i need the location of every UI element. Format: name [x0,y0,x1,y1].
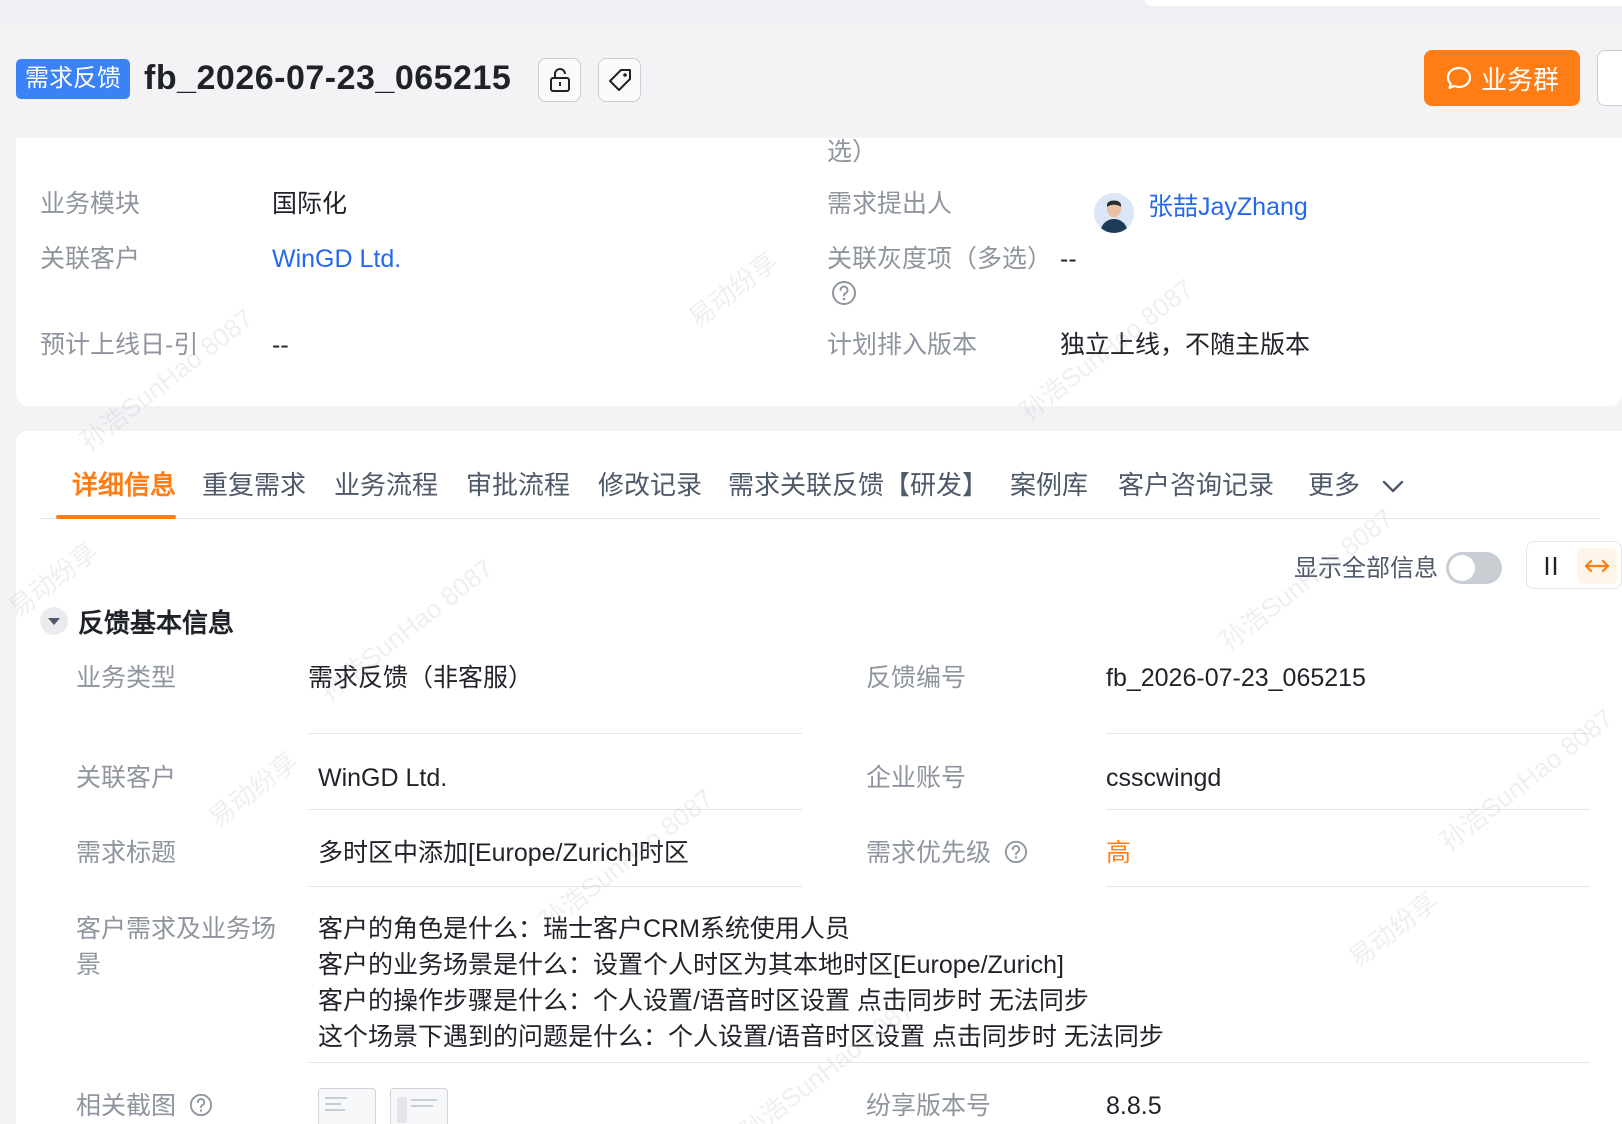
screenshots-label-text: 相关截图 [76,1092,177,1120]
field-label-version: 纷享版本号 [866,1092,992,1120]
field-label-account: 企业账号 [866,764,967,792]
field-underline [1106,886,1590,887]
field-label-feedback-no: 反馈编号 [866,664,967,692]
field-value-feedback-no: fb_2026-07-23_065215 [1106,664,1366,692]
tab-business-flow[interactable]: 业务流程 [334,467,438,503]
customer-link-2[interactable]: WinGD Ltd. [318,760,447,796]
field-value-plan-version: 独立上线，不随主版本 [1060,331,1311,359]
scenario-line: 客户的操作步骤是什么：个人设置/语音时区设置 点击同步时 无法同步 [318,987,1089,1015]
tag-button[interactable] [598,58,641,102]
layout-switch [1526,541,1622,589]
image-thumbnail-icon [325,1097,347,1111]
field-value-biz-module: 国际化 [272,190,348,218]
show-all-toggle[interactable] [1446,552,1502,584]
scenario-line: 客户的业务场景是什么：设置个人时区为其本地时区[Europe/Zurich] [318,951,1064,979]
tab-change-log[interactable]: 修改记录 [598,467,702,503]
tab-more[interactable]: 更多 [1308,467,1405,503]
tab-case-library[interactable]: 案例库 [1010,467,1088,503]
field-label-scenario: 客户需求及业务场景 [76,915,277,979]
person-avatar-icon [1094,193,1134,233]
tab-bar: 详细信息 重复需求 业务流程 审批流程 修改记录 需求关联反馈【研发】 案例库 … [40,431,1600,519]
toggle-knob [1449,555,1475,581]
tab-approval-flow[interactable]: 审批流程 [466,467,570,503]
field-label-launch-date: 预计上线日-引 [40,331,199,359]
top-strip [0,0,1622,25]
field-label-customer-2: 关联客户 [76,764,177,792]
field-value-biz-type: 需求反馈（非客服） [308,664,534,692]
summary-card [16,138,1622,406]
field-underline [1106,809,1590,810]
field-label-requester: 需求提出人 [827,190,953,218]
scenario-line: 客户的角色是什么：瑞士客户CRM系统使用人员 [318,915,850,943]
unlock-icon [549,68,570,92]
customer-link[interactable]: WinGD Ltd. [272,242,401,276]
help-icon[interactable] [831,280,857,306]
field-label-priority: 需求优先级 [866,835,1028,871]
chat-bubble-icon [1446,66,1472,90]
image-thumbnail-icon [397,1097,437,1123]
field-label-plan-version: 计划排入版本 [827,331,978,359]
screenshot-thumbnail[interactable] [390,1088,448,1124]
record-type-tag: 需求反馈 [16,59,130,99]
top-pill [1145,0,1622,6]
field-value-priority: 高 [1106,839,1132,867]
tab-related-feedback[interactable]: 需求关联反馈【研发】 [728,467,988,503]
field-label-biz-module: 业务模块 [40,190,141,218]
field-value-version: 8.8.5 [1106,1092,1162,1120]
field-label-biz-type: 业务类型 [76,664,177,692]
field-value-account: csscwingd [1106,764,1222,792]
field-value-req-title: 多时区中添加[Europe/Zurich]时区 [318,839,689,867]
collapse-caret[interactable] [40,607,68,635]
chevron-down-icon [1383,480,1404,493]
field-value-scenario: 客户的角色是什么：瑞士客户CRM系统使用人员 客户的业务场景是什么：设置个人时区… [318,911,1578,1055]
tab-duplicates[interactable]: 重复需求 [202,467,306,503]
help-icon[interactable] [189,1093,213,1117]
field-underline [308,809,802,810]
more-actions-button[interactable] [1597,50,1622,106]
two-column-layout-button[interactable] [1531,548,1571,584]
lock-button[interactable] [538,58,581,102]
section-title: 反馈基本信息 [78,607,235,638]
full-width-layout-button[interactable] [1577,548,1617,584]
business-group-label: 业务群 [1480,64,1559,95]
tab-details[interactable]: 详细信息 [72,467,176,503]
screenshot-thumbnail[interactable] [318,1088,376,1124]
field-label-req-title: 需求标题 [76,839,177,867]
field-label-screenshots: 相关截图 [76,1088,213,1124]
expand-horizontal-icon [1584,559,1610,573]
tab-consult-records[interactable]: 客户咨询记录 [1118,467,1274,503]
scenario-line: 这个场景下遇到的问题是什么：个人设置/语音时区设置 点击同步时 无法同步 [318,1023,1164,1051]
field-label-customer: 关联客户 [40,245,141,273]
columns-icon [1545,557,1557,575]
page: 需求反馈 fb_2026-07-23_065215 业务群 选） 业务模块 国际… [0,0,1622,1124]
caret-down-icon [48,618,60,625]
record-header: 需求反馈 fb_2026-07-23_065215 业务群 [0,25,1622,138]
record-title: fb_2026-07-23_065215 [144,59,512,97]
requester-avatar [1094,193,1134,233]
overflow-label-fragment: 选） [827,138,878,166]
requester-link[interactable]: 张喆JayZhang [1148,190,1308,224]
tag-icon [608,69,631,91]
section-header[interactable]: 反馈基本信息 [40,603,234,639]
field-underline [1106,733,1590,734]
business-group-button[interactable]: 业务群 [1424,50,1580,106]
field-underline [308,1062,1590,1063]
field-label-gray-items: 关联灰度项（多选） [827,245,1053,273]
active-tab-indicator [56,515,176,519]
show-all-label: 显示全部信息 [1294,555,1438,582]
field-underline [308,886,802,887]
priority-label-text: 需求优先级 [866,839,992,867]
field-value-launch-date: -- [272,331,289,359]
help-icon[interactable] [1004,840,1028,864]
tab-more-label: 更多 [1308,470,1361,500]
field-value-gray-items: -- [1060,245,1077,273]
field-underline [308,733,802,734]
